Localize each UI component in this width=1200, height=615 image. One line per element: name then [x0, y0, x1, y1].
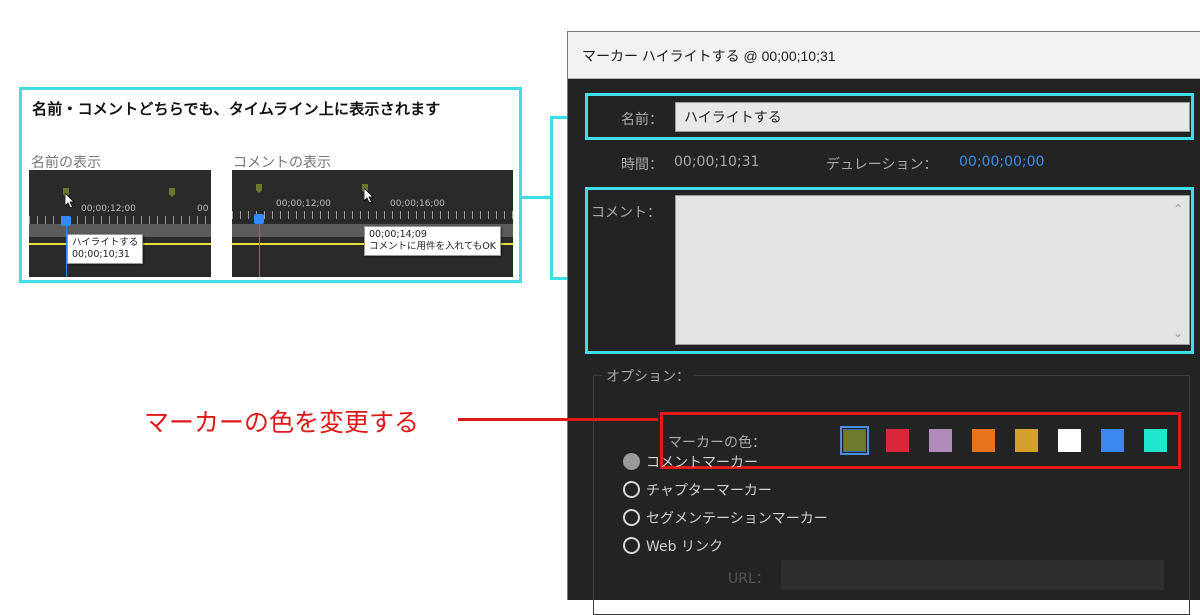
marker-color-swatch[interactable]: [1058, 429, 1081, 452]
playhead-handle: [61, 216, 71, 226]
marker-type-label[interactable]: Web リンク: [646, 536, 723, 556]
marker-color-swatch[interactable]: [1144, 429, 1167, 452]
name-display-label: 名前の表示: [31, 155, 101, 171]
tooltip-name: ハイライトする: [72, 237, 139, 248]
timeline-display-callout: 名前・コメントどちらでも、タイムライン上に表示されます 名前の表示 コメントの表…: [19, 87, 522, 283]
url-label: URL：: [728, 571, 770, 587]
comment-label: コメント：: [591, 205, 661, 221]
timecode-label: 00;00;12;00: [81, 204, 136, 214]
comment-textarea[interactable]: ⌃ ⌄: [675, 195, 1190, 345]
marker-type-radio[interactable]: [623, 537, 640, 554]
marker-flag: [256, 184, 262, 193]
timecode-label: 00;00;12;00: [276, 199, 331, 209]
marker-color-label: マーカーの色：: [668, 435, 766, 451]
tooltip-time: 00;00;14;09: [369, 229, 427, 240]
timeline-preview-comment: 00;00;12;00 00;00;16;00 00;00;14;09 コメント…: [232, 170, 513, 277]
callout-title: 名前・コメントどちらでも、タイムライン上に表示されます: [32, 100, 441, 118]
connector-line: [550, 116, 553, 279]
connector-line: [522, 196, 552, 199]
duration-label: デュレーション：: [826, 157, 938, 173]
playhead-line: [259, 224, 260, 277]
ruler-ticks: [232, 211, 513, 219]
marker-type-radio[interactable]: [623, 453, 640, 470]
tooltip-time: 00;00;10;31: [72, 249, 130, 260]
marker-tooltip: 00;00;14;09 コメントに用件を入れてもOK: [364, 226, 501, 256]
dialog-title: マーカー ハイライトする @ 00;00;10;31: [582, 48, 836, 64]
marker-type-label[interactable]: セグメンテーションマーカー: [646, 508, 828, 528]
marker-tooltip: ハイライトする 00;00;10;31: [67, 234, 144, 264]
comment-display-label: コメントの表示: [233, 155, 331, 171]
tooltip-comment: コメントに用件を入れてもOK: [369, 241, 496, 252]
marker-color-swatch[interactable]: [886, 429, 909, 452]
marker-flag: [169, 188, 175, 197]
marker-color-swatch[interactable]: [972, 429, 995, 452]
options-label: オプション：: [602, 366, 694, 386]
time-value: 00;00;10;31: [674, 154, 760, 170]
mouse-cursor-icon: [364, 188, 374, 204]
marker-type-label[interactable]: チャプターマーカー: [646, 480, 772, 500]
timeline-preview-name: 00;00;12;00 00 ハイライトする 00;00;10;31: [29, 170, 211, 277]
marker-type-radio[interactable]: [623, 481, 640, 498]
marker-color-annotation: マーカーの色を変更する: [144, 408, 420, 437]
marker-color-swatch[interactable]: [840, 426, 869, 455]
playhead-handle: [254, 214, 264, 224]
time-label: 時間：: [621, 157, 663, 173]
timecode-label: 00: [197, 204, 209, 214]
marker-color-swatch[interactable]: [929, 429, 952, 452]
name-label: 名前：: [621, 112, 663, 128]
marker-color-swatch[interactable]: [1015, 429, 1038, 452]
marker-type-label[interactable]: コメントマーカー: [646, 452, 758, 472]
scroll-down-icon[interactable]: ⌄: [1173, 326, 1183, 340]
annotation-line: [458, 418, 658, 421]
name-input[interactable]: [675, 102, 1190, 132]
mouse-cursor-icon: [65, 193, 75, 209]
ruler-ticks: [29, 216, 211, 224]
comment-text: [676, 196, 1189, 208]
dialog-titlebar[interactable]: マーカー ハイライトする @ 00;00;10;31: [568, 32, 1200, 79]
scroll-up-icon[interactable]: ⌃: [1173, 202, 1183, 216]
timecode-label: 00;00;16;00: [390, 199, 445, 209]
marker-color-swatch[interactable]: [1101, 429, 1124, 452]
marker-dialog: マーカー ハイライトする @ 00;00;10;31 名前： 時間： 00;00…: [567, 31, 1200, 615]
duration-value[interactable]: 00;00;00;00: [959, 154, 1044, 170]
url-input[interactable]: [781, 560, 1164, 590]
marker-type-radio[interactable]: [623, 509, 640, 526]
